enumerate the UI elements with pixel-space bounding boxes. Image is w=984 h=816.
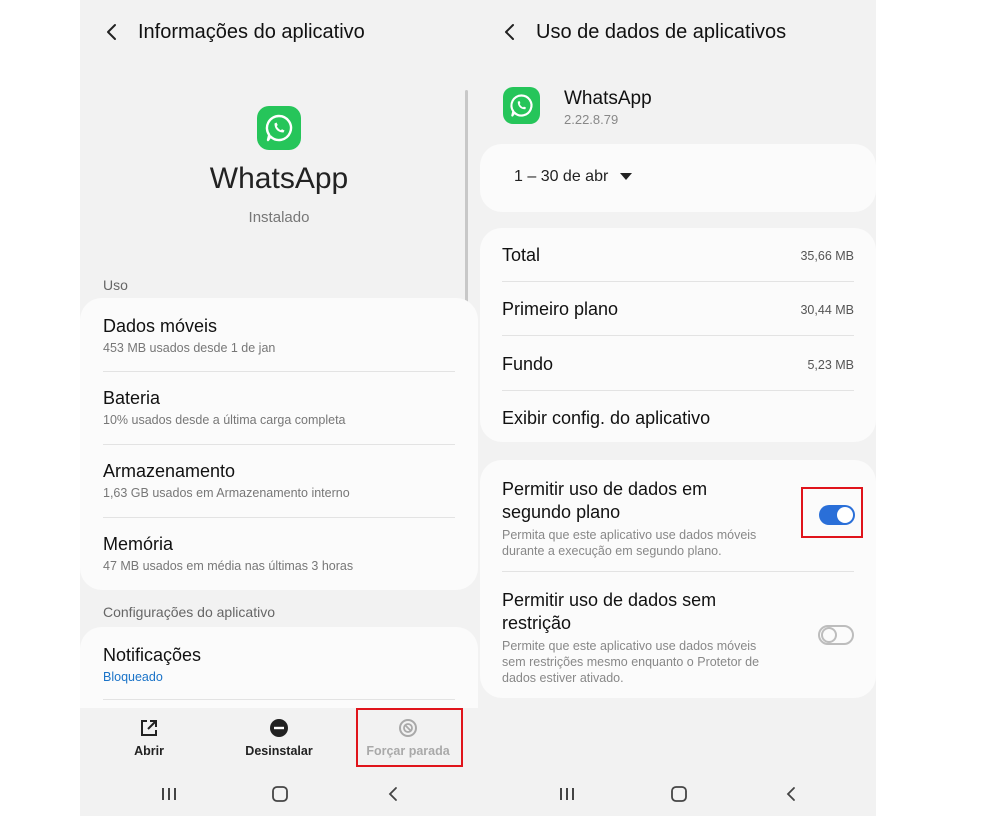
back-arrow-icon	[107, 24, 116, 40]
list-item-title: Bateria	[103, 388, 161, 408]
usage-background-label: Fundo	[502, 354, 554, 374]
app-info-screen: Informações do aplicativo WhatsApp Insta…	[80, 0, 478, 816]
divider	[103, 371, 455, 372]
usage-card: Dados móveis 453 MB usados desde 1 de ja…	[80, 298, 478, 590]
data-usage-card: Total 35,66 MB Primeiro plano 30,44 MB F…	[480, 228, 876, 442]
whatsapp-logo-icon	[510, 94, 533, 117]
uninstall-label: Desinstalar	[245, 744, 313, 758]
back-button[interactable]	[496, 18, 524, 46]
nav-back-button[interactable]	[776, 782, 806, 806]
back-button[interactable]	[98, 18, 126, 46]
nav-back-icon	[388, 787, 397, 801]
list-item-subtitle: 47 MB usados em média nas últimas 3 hora…	[103, 559, 354, 573]
dropdown-arrow-icon	[620, 173, 633, 180]
divider	[103, 444, 455, 445]
date-range-dropdown[interactable]: 1 – 30 de abr	[514, 168, 633, 186]
open-button[interactable]: Abrir	[94, 708, 204, 768]
data-usage-header: Uso de dados de aplicativos	[496, 14, 786, 50]
divider	[502, 571, 854, 572]
recent-apps-icon	[162, 788, 176, 800]
divider	[103, 517, 455, 518]
notifications-status: Bloqueado	[103, 670, 163, 684]
app-status: Instalado	[248, 209, 310, 226]
home-icon	[671, 786, 687, 802]
list-item-memory[interactable]: Memória 47 MB usados em média nas última…	[103, 534, 353, 573]
system-nav-bar	[80, 778, 478, 810]
list-item-subtitle: 10% usados desde a última carga completa	[103, 413, 346, 427]
page-title: Uso de dados de aplicativos	[536, 20, 787, 43]
recent-apps-button[interactable]	[552, 782, 582, 806]
divider	[103, 699, 455, 700]
app-data-usage-screen: Uso de dados de aplicativos WhatsApp 2.2…	[478, 0, 876, 816]
list-item-title: Notificações	[103, 645, 202, 665]
page-title: Informações do aplicativo	[138, 20, 365, 43]
whatsapp-logo-icon	[265, 114, 293, 142]
list-item-title: Dados móveis	[103, 316, 218, 336]
setting-title-line1: Permitir uso de dados sem	[502, 590, 717, 610]
setting-desc-line3: dados estiver ativado.	[502, 671, 624, 685]
uninstall-button[interactable]: Desinstalar	[224, 708, 334, 768]
list-item-title: Armazenamento	[103, 461, 236, 481]
usage-background-value: 5,23 MB	[807, 358, 854, 372]
home-button[interactable]	[265, 782, 295, 806]
app-name: WhatsApp	[564, 88, 652, 109]
app-version: 2.22.8.79	[564, 112, 619, 127]
recent-apps-icon	[560, 788, 574, 800]
list-item-title: Memória	[103, 534, 174, 554]
date-range-card: 1 – 30 de abr	[480, 144, 876, 212]
setting-desc-line2: durante a execução em segundo plano.	[502, 544, 722, 558]
list-item-mobile-data[interactable]: Dados móveis 453 MB usados desde 1 de ja…	[103, 316, 275, 355]
usage-total-label: Total	[502, 245, 541, 265]
setting-desc-line1: Permite que este aplicativo use dados mó…	[502, 639, 757, 653]
divider	[502, 281, 854, 282]
app-info-header: Informações do aplicativo	[98, 14, 365, 50]
section-label-config: Configurações do aplicativo	[103, 604, 275, 620]
highlight-box-force-stop	[356, 708, 463, 767]
back-arrow-icon	[505, 24, 514, 40]
list-item-storage[interactable]: Armazenamento 1,63 GB usados em Armazena…	[103, 461, 350, 500]
setting-title-line1: Permitir uso de dados em	[502, 479, 708, 499]
whatsapp-app-icon	[257, 106, 301, 150]
list-item-battery[interactable]: Bateria 10% usados desde a última carga …	[103, 388, 346, 427]
system-nav-bar	[478, 778, 876, 810]
date-range-value: 1 – 30 de abr	[514, 168, 609, 185]
open-label: Abrir	[134, 744, 164, 758]
usage-foreground-value: 30,44 MB	[800, 303, 854, 317]
unrestricted-data-setting[interactable]: Permitir uso de dados sem restrição Perm…	[502, 589, 802, 686]
usage-total-value: 35,66 MB	[800, 249, 854, 263]
divider	[502, 335, 854, 336]
list-item-subtitle: 453 MB usados desde 1 de jan	[103, 341, 276, 355]
setting-title-line2: restrição	[502, 613, 572, 633]
minus-circle-icon	[270, 719, 288, 737]
nav-back-button[interactable]	[378, 782, 408, 806]
whatsapp-app-icon	[503, 87, 540, 124]
list-item-subtitle: 1,63 GB usados em Armazenamento interno	[103, 486, 350, 500]
home-button[interactable]	[664, 782, 694, 806]
setting-title-line2: segundo plano	[502, 502, 621, 522]
highlight-box-background-toggle	[801, 487, 863, 538]
open-external-icon	[141, 720, 157, 736]
view-app-settings-link[interactable]: Exibir config. do aplicativo	[502, 408, 710, 429]
nav-back-icon	[786, 787, 795, 801]
unrestricted-data-toggle[interactable]	[818, 625, 854, 645]
setting-desc-line1: Permita que este aplicativo use dados mó…	[502, 528, 757, 542]
section-label-uso: Uso	[103, 277, 128, 293]
divider	[502, 390, 854, 391]
usage-foreground-label: Primeiro plano	[502, 299, 619, 319]
list-item-notifications[interactable]: Notificações Bloqueado	[103, 645, 201, 684]
home-icon	[272, 786, 288, 802]
setting-desc-line2: sem restrições mesmo enquanto o Protetor…	[502, 655, 760, 669]
app-name: WhatsApp	[209, 162, 349, 195]
recent-apps-button[interactable]	[154, 782, 184, 806]
toggle-knob	[821, 627, 837, 643]
background-data-setting[interactable]: Permitir uso de dados em segundo plano P…	[502, 478, 802, 559]
